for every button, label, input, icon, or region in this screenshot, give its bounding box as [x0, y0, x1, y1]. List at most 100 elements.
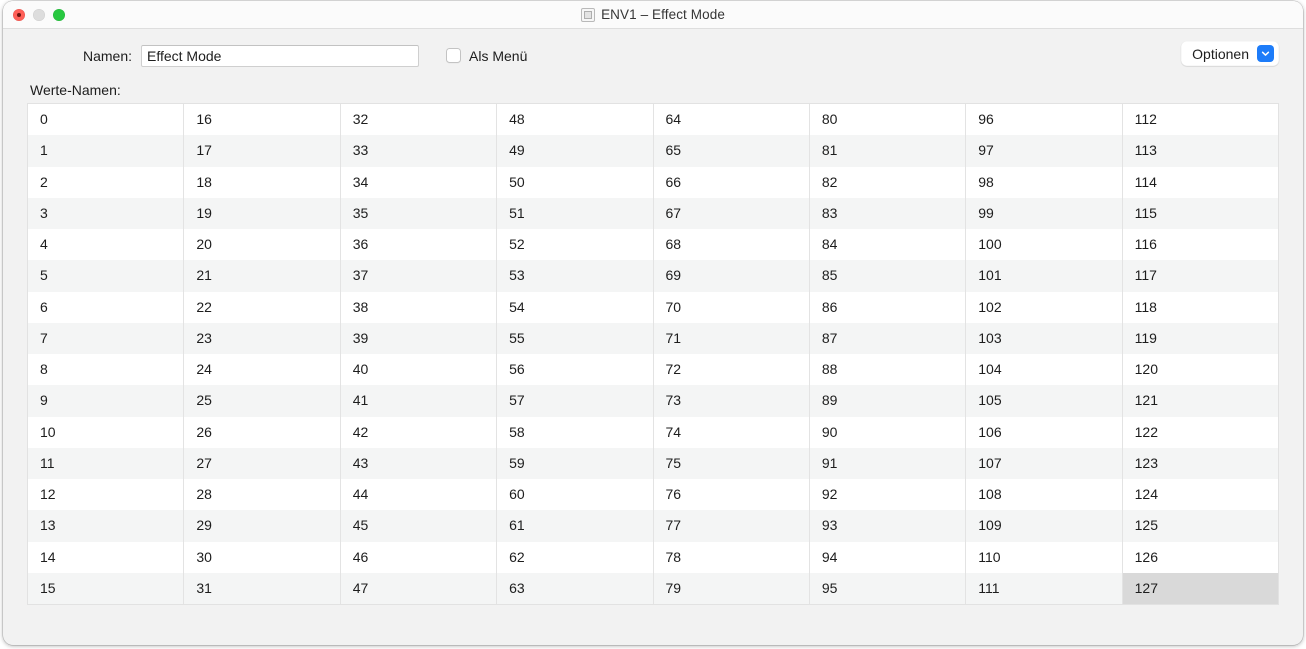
values-table-cell[interactable]: 21 — [184, 260, 340, 292]
values-table-cell[interactable]: 1 — [28, 135, 184, 167]
values-table-cell[interactable]: 56 — [497, 354, 653, 386]
values-table-cell[interactable]: 12 — [28, 479, 184, 511]
values-table-cell[interactable]: 94 — [809, 541, 966, 573]
values-table-cell[interactable]: 48 — [497, 104, 653, 136]
values-table-cell[interactable]: 47 — [340, 572, 497, 604]
values-table-cell[interactable]: 111 — [966, 572, 1122, 604]
values-table-cell[interactable]: 79 — [653, 572, 809, 604]
values-table-cell[interactable]: 106 — [966, 416, 1122, 448]
values-table-cell[interactable]: 25 — [184, 385, 340, 417]
values-table-cell[interactable]: 18 — [184, 166, 340, 198]
values-table-cell[interactable]: 87 — [809, 322, 966, 354]
values-table-cell[interactable]: 59 — [497, 447, 653, 479]
values-table-cell[interactable]: 49 — [497, 135, 653, 167]
values-table-cell[interactable]: 30 — [184, 541, 340, 573]
values-table-cell[interactable]: 113 — [1122, 135, 1278, 167]
values-table-cell[interactable]: 3 — [28, 197, 184, 229]
values-table-cell[interactable]: 95 — [809, 572, 966, 604]
values-table-cell[interactable]: 83 — [809, 197, 966, 229]
values-table-cell[interactable]: 11 — [28, 447, 184, 479]
values-table-cell[interactable]: 100 — [966, 229, 1122, 261]
values-table-cell[interactable]: 102 — [966, 291, 1122, 323]
values-table-cell[interactable]: 16 — [184, 104, 340, 136]
values-table-cell[interactable]: 0 — [28, 104, 184, 136]
values-table-cell[interactable]: 34 — [340, 166, 497, 198]
values-table-cell[interactable]: 77 — [653, 510, 809, 542]
values-table-cell[interactable]: 75 — [653, 447, 809, 479]
values-table-cell[interactable]: 115 — [1122, 197, 1278, 229]
values-table-cell[interactable]: 36 — [340, 229, 497, 261]
values-table-cell[interactable]: 69 — [653, 260, 809, 292]
values-table-cell[interactable]: 108 — [966, 479, 1122, 511]
values-table-cell[interactable]: 103 — [966, 322, 1122, 354]
values-table-cell[interactable]: 24 — [184, 354, 340, 386]
optionen-popup-button[interactable]: Optionen — [1181, 41, 1279, 66]
values-table-cell[interactable]: 93 — [809, 510, 966, 542]
values-table-cell[interactable]: 58 — [497, 416, 653, 448]
values-table-cell[interactable]: 46 — [340, 541, 497, 573]
values-table-cell[interactable]: 54 — [497, 291, 653, 323]
maximize-button[interactable] — [53, 8, 65, 21]
values-table-cell[interactable]: 122 — [1122, 416, 1278, 448]
values-table-cell[interactable]: 70 — [653, 291, 809, 323]
values-table-cell[interactable]: 32 — [340, 104, 497, 136]
values-table-cell[interactable]: 61 — [497, 510, 653, 542]
values-table-cell[interactable]: 15 — [28, 572, 184, 604]
values-table-cell[interactable]: 105 — [966, 385, 1122, 417]
values-table-cell[interactable]: 104 — [966, 354, 1122, 386]
values-table-cell[interactable]: 52 — [497, 229, 653, 261]
values-table-cell[interactable]: 88 — [809, 354, 966, 386]
values-table-cell[interactable]: 101 — [966, 260, 1122, 292]
values-table-cell[interactable]: 41 — [340, 385, 497, 417]
name-input[interactable] — [141, 44, 419, 67]
values-table-cell[interactable]: 39 — [340, 322, 497, 354]
values-table-cell[interactable]: 76 — [653, 479, 809, 511]
values-table-cell[interactable]: 63 — [497, 572, 653, 604]
values-table-cell[interactable]: 23 — [184, 322, 340, 354]
values-table-cell[interactable]: 97 — [966, 135, 1122, 167]
values-table-cell[interactable]: 40 — [340, 354, 497, 386]
values-table-cell[interactable]: 26 — [184, 416, 340, 448]
values-table-cell[interactable]: 120 — [1122, 354, 1278, 386]
values-table-cell[interactable]: 60 — [497, 479, 653, 511]
values-table-cell[interactable]: 114 — [1122, 166, 1278, 198]
values-table-cell[interactable]: 62 — [497, 541, 653, 573]
values-table-cell[interactable]: 92 — [809, 479, 966, 511]
values-table-cell[interactable]: 64 — [653, 104, 809, 136]
values-table-cell[interactable]: 72 — [653, 354, 809, 386]
values-table-cell[interactable]: 86 — [809, 291, 966, 323]
als-menue-checkbox[interactable] — [446, 48, 461, 63]
values-table-cell[interactable]: 10 — [28, 416, 184, 448]
values-table-cell[interactable]: 5 — [28, 260, 184, 292]
values-table-cell[interactable]: 14 — [28, 541, 184, 573]
values-table-cell[interactable]: 53 — [497, 260, 653, 292]
values-table-cell[interactable]: 82 — [809, 166, 966, 198]
values-table-cell[interactable]: 107 — [966, 447, 1122, 479]
values-table-cell[interactable]: 110 — [966, 541, 1122, 573]
values-table-cell[interactable]: 85 — [809, 260, 966, 292]
values-table-cell[interactable]: 124 — [1122, 479, 1278, 511]
values-table-cell[interactable]: 99 — [966, 197, 1122, 229]
values-table-cell[interactable]: 4 — [28, 229, 184, 261]
values-table-cell[interactable]: 22 — [184, 291, 340, 323]
values-table-cell[interactable]: 42 — [340, 416, 497, 448]
values-table-cell[interactable]: 44 — [340, 479, 497, 511]
values-table-cell[interactable]: 78 — [653, 541, 809, 573]
values-table-cell[interactable]: 27 — [184, 447, 340, 479]
values-table-cell[interactable]: 65 — [653, 135, 809, 167]
values-table-cell[interactable]: 43 — [340, 447, 497, 479]
values-table-cell[interactable]: 112 — [1122, 104, 1278, 136]
values-table-cell[interactable]: 67 — [653, 197, 809, 229]
values-table-cell[interactable]: 17 — [184, 135, 340, 167]
values-table-cell[interactable]: 38 — [340, 291, 497, 323]
values-table-cell[interactable]: 57 — [497, 385, 653, 417]
close-button[interactable] — [13, 8, 25, 21]
values-table-cell[interactable]: 98 — [966, 166, 1122, 198]
als-menue-checkbox-group[interactable]: Als Menü — [446, 48, 527, 64]
values-table-cell[interactable]: 28 — [184, 479, 340, 511]
values-table-cell[interactable]: 109 — [966, 510, 1122, 542]
values-table-cell[interactable]: 119 — [1122, 322, 1278, 354]
values-table-cell[interactable]: 9 — [28, 385, 184, 417]
values-table[interactable]: 0 1 2 3 4 5 6 7 8 9 10 11 12 13 14 15 16 17 18 19 20 21 22 23 24… — [27, 103, 1279, 605]
values-table-cell[interactable]: 7 — [28, 322, 184, 354]
